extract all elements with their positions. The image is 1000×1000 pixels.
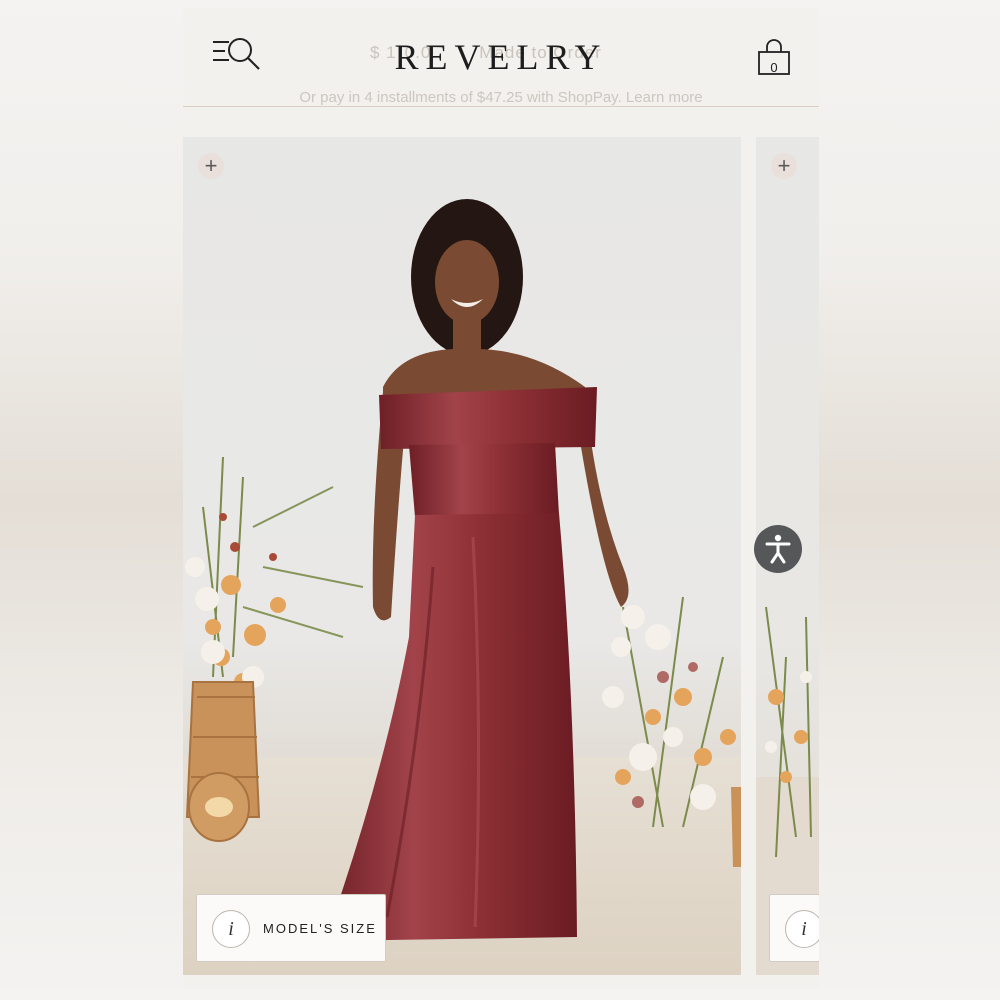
accessibility-button[interactable]: [754, 525, 802, 573]
site-header: $ 1 0.0 Made to Order REVELRY 0 Or pay in …: [183, 8, 819, 106]
next-info-icon: i: [785, 910, 819, 948]
accessibility-icon: [765, 534, 791, 564]
cart-button[interactable]: 0: [757, 38, 791, 78]
product-image-slide[interactable]: + i MODEL'S SIZE: [183, 137, 741, 975]
installments-text: Or pay in 4 installments of $47.25 with …: [299, 89, 622, 106]
header-divider: [183, 106, 819, 107]
next-model-size-button[interactable]: i: [769, 894, 819, 962]
model-size-button[interactable]: i MODEL'S SIZE: [196, 894, 386, 962]
model-size-label: MODEL'S SIZE: [263, 921, 377, 936]
product-photo: [183, 199, 741, 975]
cart-count: 0: [770, 60, 778, 75]
brand-logo[interactable]: REVELRY: [183, 36, 819, 78]
info-icon: i: [212, 910, 250, 948]
product-page: $ 1 0.0 Made to Order REVELRY 0 Or pay in …: [183, 8, 819, 988]
next-zoom-plus-button[interactable]: +: [771, 153, 797, 179]
learn-more-link[interactable]: Learn more: [626, 89, 703, 106]
installments-notice: Or pay in 4 installments of $47.25 with …: [183, 89, 819, 106]
zoom-plus-button[interactable]: +: [198, 153, 224, 179]
